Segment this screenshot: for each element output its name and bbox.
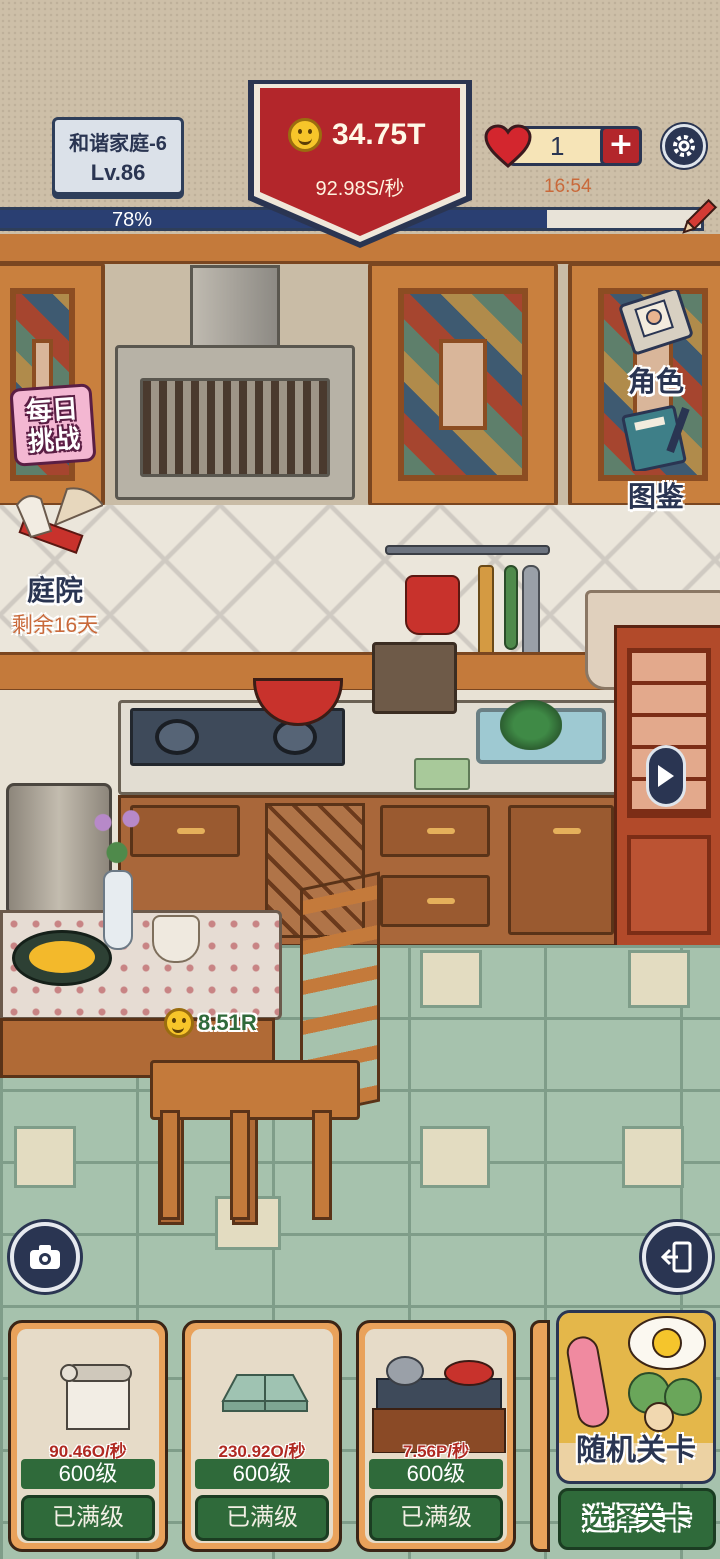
table-income-indicator[interactable]: 8.51R xyxy=(164,1008,257,1038)
lives-count: 1 xyxy=(550,131,565,161)
random-level-button[interactable]: 随机关卡 xyxy=(556,1310,716,1484)
card-level: 600级 xyxy=(21,1459,155,1489)
upgrade-card[interactable]: 90.46O/秒 600级 已满级 xyxy=(8,1320,168,1552)
coin-rate: 92.98S/秒 xyxy=(315,178,405,200)
smiley-coin-icon xyxy=(288,118,322,152)
upgrade-card-partial[interactable] xyxy=(530,1320,550,1552)
exit-door-icon xyxy=(660,1241,692,1273)
random-level-label: 随机关卡 xyxy=(576,1434,696,1467)
settings-button[interactable] xyxy=(662,124,706,168)
heart-icon xyxy=(484,124,532,168)
daily-challenge-line1: 每日 xyxy=(24,393,79,427)
camera-icon xyxy=(30,1245,60,1269)
lives-panel: 1 + xyxy=(484,124,644,168)
coin-balance-banner: 34.75T 92.98S/秒 xyxy=(248,80,472,250)
camera-button[interactable] xyxy=(10,1222,80,1292)
exit-button[interactable] xyxy=(642,1222,712,1292)
skimmer xyxy=(522,565,540,665)
cutting-board xyxy=(372,642,457,714)
courtyard-label: 庭院 xyxy=(26,575,83,606)
daily-challenge-button[interactable]: 每日 挑战 xyxy=(9,383,97,467)
fruit-plate xyxy=(12,930,112,986)
upper-cabinet-center xyxy=(368,262,558,507)
drawer xyxy=(380,805,490,857)
courtyard-remaining: 剩余16天 xyxy=(11,614,99,637)
gear-icon xyxy=(673,135,695,157)
spatula xyxy=(478,565,494,660)
max-level-button[interactable]: 已满级 xyxy=(21,1495,155,1541)
table-income-value: 8.51R xyxy=(198,1010,257,1035)
progress-percent: 78% xyxy=(112,209,153,231)
fan-chair-icon xyxy=(15,487,105,554)
daily-challenge-line2: 挑战 xyxy=(27,423,82,457)
dish-cloth xyxy=(414,758,470,790)
character-button[interactable]: 角色 xyxy=(606,287,706,400)
home-level: Lv.86 xyxy=(90,159,146,185)
card-level: 600级 xyxy=(369,1459,503,1489)
max-level-button[interactable]: 已满级 xyxy=(369,1495,503,1541)
upper-cabinet-left xyxy=(0,262,105,507)
vegetables xyxy=(500,700,562,750)
food-characters-icon xyxy=(559,1313,713,1443)
chair-leg xyxy=(160,1110,180,1220)
range-hood xyxy=(115,265,355,505)
flowers xyxy=(82,800,152,875)
vase xyxy=(103,870,133,950)
chair-leg xyxy=(230,1110,250,1220)
card-level: 600级 xyxy=(195,1459,329,1489)
play-arrow-button[interactable] xyxy=(646,745,686,807)
floor-tile xyxy=(622,1126,684,1188)
plus-icon: + xyxy=(608,127,634,162)
floor-tile xyxy=(628,950,690,1008)
floor-tile xyxy=(14,1126,76,1188)
collection-label: 图鉴 xyxy=(627,481,684,512)
floor-tile xyxy=(420,950,482,1008)
home-level-badge[interactable]: 和谐家庭-6 Lv.86 xyxy=(52,117,184,195)
coin-amount: 34.75T xyxy=(332,118,426,151)
upgrade-card[interactable]: 230.92O/秒 600级 已满级 xyxy=(182,1320,342,1552)
ladle xyxy=(504,565,518,650)
notebook-pen-icon xyxy=(621,405,690,473)
cabinet-door xyxy=(508,805,614,935)
collection-button[interactable]: 图鉴 xyxy=(606,405,706,515)
character-label: 角色 xyxy=(627,366,684,397)
smiley-coin-icon xyxy=(164,1008,194,1038)
play-icon xyxy=(658,765,674,787)
home-name: 和谐家庭-6 xyxy=(69,132,167,155)
courtyard-button[interactable]: 庭院 剩余16天 xyxy=(0,485,110,639)
upgrade-card[interactable]: 7.56P/秒 600级 已满级 xyxy=(356,1320,516,1552)
add-lives-button[interactable]: + xyxy=(600,126,642,166)
utensil-rail xyxy=(385,545,550,555)
chair-leg xyxy=(312,1110,332,1220)
pencil-icon[interactable] xyxy=(676,196,720,240)
oven-gloves xyxy=(405,575,460,635)
floor-tile xyxy=(420,1126,490,1188)
tea-cup xyxy=(152,915,200,963)
photo-album-icon xyxy=(619,287,693,355)
drawer xyxy=(380,875,490,927)
max-level-button[interactable]: 已满级 xyxy=(195,1495,329,1541)
life-timer: 16:54 xyxy=(544,176,592,197)
select-level-label: 选择关卡 xyxy=(583,1504,691,1534)
select-level-button[interactable]: 选择关卡 xyxy=(558,1488,716,1550)
